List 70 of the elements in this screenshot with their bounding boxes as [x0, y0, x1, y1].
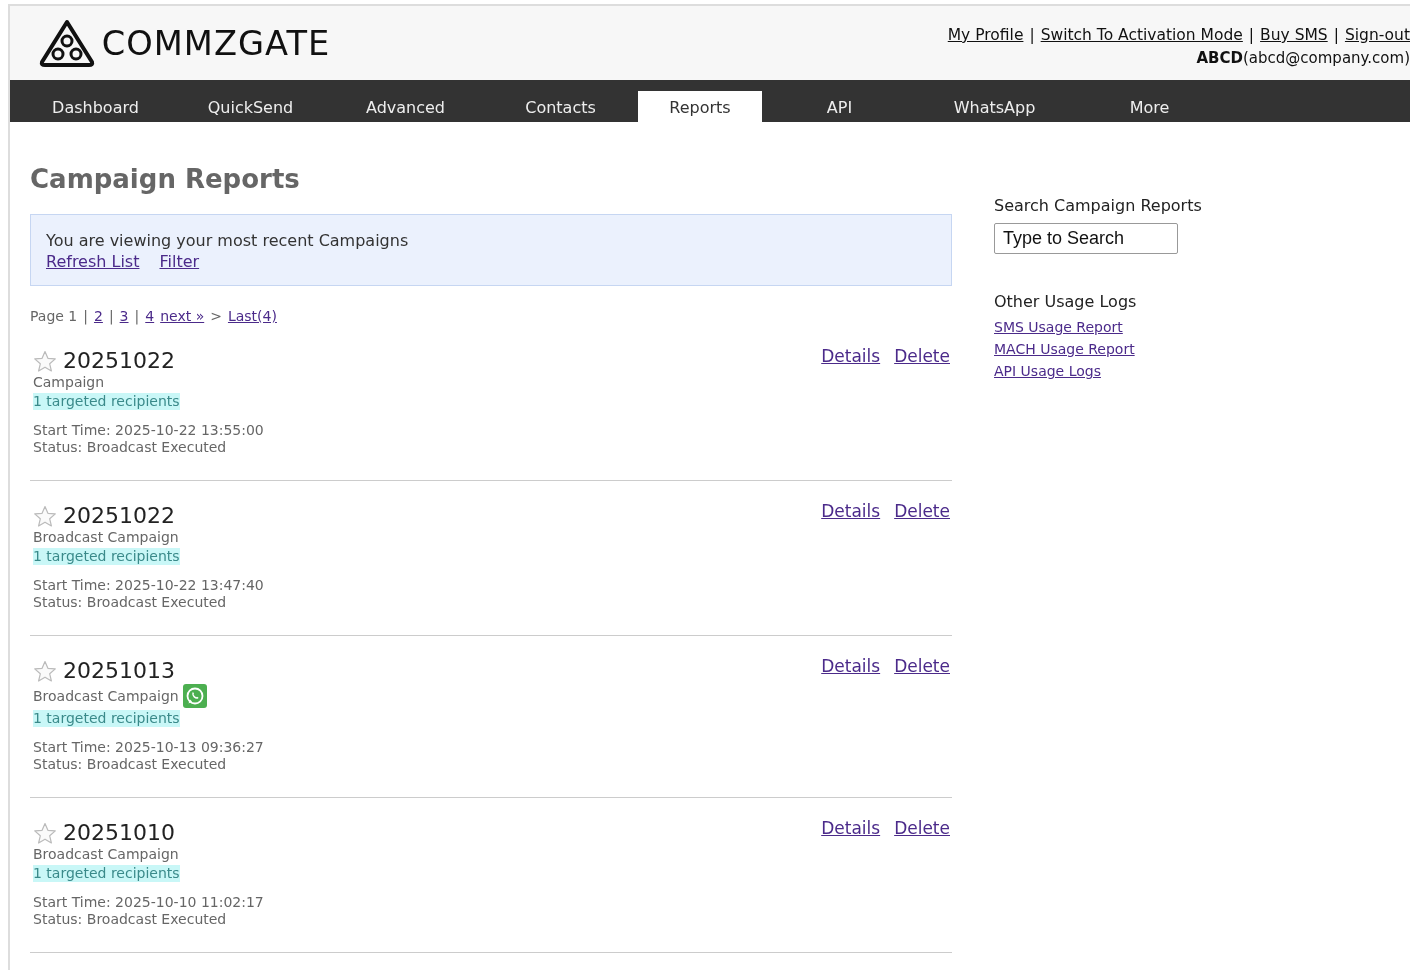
recipients-count: 1 targeted recipients	[33, 393, 180, 410]
separator: |	[1029, 26, 1035, 44]
header-link[interactable]: Switch To Activation Mode	[1040, 26, 1243, 44]
action-link[interactable]: Delete	[894, 656, 950, 676]
action-link[interactable]: Delete	[894, 346, 950, 366]
nav-tab[interactable]: Contacts	[483, 91, 638, 122]
campaign-type: Broadcast Campaign	[33, 687, 179, 705]
start-time: Start Time: 2025-10-22 13:55:00	[33, 422, 264, 439]
section-heading: Other Usage Logs	[994, 292, 1137, 311]
notice-link[interactable]: Refresh List	[46, 252, 140, 271]
nav-tab[interactable]: Dashboard	[18, 91, 173, 122]
campaign-status: Status: Broadcast Executed	[33, 439, 228, 456]
header-link[interactable]: Buy SMS	[1260, 26, 1328, 44]
page-link[interactable]: 4	[145, 308, 155, 324]
start-time: Start Time: 2025-10-13 09:36:27	[33, 739, 264, 756]
nav-tab[interactable]: API	[762, 91, 917, 122]
nav-tab[interactable]: Advanced	[328, 91, 483, 122]
action-link[interactable]: Details	[821, 501, 881, 521]
page-title: Campaign Reports	[30, 164, 300, 194]
action-link[interactable]: Delete	[894, 818, 950, 838]
star-icon[interactable]	[33, 659, 57, 683]
usage-log-link[interactable]: SMS Usage Report	[994, 319, 1123, 335]
user-info: ABCD(abcd@company.com)	[1196, 49, 1410, 67]
recipients-count: 1 targeted recipients	[33, 710, 180, 727]
campaign-title: 20251022	[63, 348, 175, 374]
separator: |	[1333, 26, 1339, 44]
campaign-title: 20251010	[63, 820, 175, 846]
logo-text: COMMZGATE	[101, 23, 331, 63]
star-icon[interactable]	[33, 504, 57, 528]
nav-tab[interactable]: WhatsApp	[917, 91, 1072, 122]
nav-tab[interactable]: QuickSend	[173, 91, 328, 122]
pagination-text: Page 1	[30, 308, 78, 324]
pagination-text: |	[83, 308, 88, 324]
logo-icon	[38, 18, 96, 68]
star-icon[interactable]	[33, 821, 57, 845]
campaign-type: Broadcast Campaign	[33, 529, 179, 546]
page-link[interactable]: next »	[160, 308, 205, 324]
campaign-type: Campaign	[33, 374, 105, 391]
campaign-type: Broadcast Campaign	[33, 846, 179, 863]
pagination-text: |	[134, 308, 140, 324]
action-link[interactable]: Details	[821, 346, 881, 366]
page-link[interactable]: 2	[93, 308, 103, 324]
campaign-title: 20251022	[63, 503, 175, 529]
separator: |	[1248, 26, 1255, 44]
recipients-count: 1 targeted recipients	[33, 548, 180, 565]
page-link[interactable]: Last(4)	[227, 308, 277, 324]
page-link[interactable]: 3	[119, 308, 129, 324]
header-link[interactable]: My Profile	[947, 26, 1024, 44]
pagination-text: |	[108, 308, 114, 324]
campaign-status: Status: Broadcast Executed	[33, 756, 228, 773]
nav-tab[interactable]: Reports	[638, 91, 762, 122]
start-time: Start Time: 2025-10-22 13:47:40	[33, 577, 264, 594]
pagination-text: >	[210, 308, 222, 324]
star-icon[interactable]	[33, 349, 57, 373]
action-link[interactable]: Delete	[894, 501, 950, 521]
usage-log-link[interactable]: MACH Usage Report	[994, 341, 1135, 357]
search-field[interactable]: Type to Search	[994, 223, 1178, 254]
section-heading: Search Campaign Reports	[994, 196, 1202, 215]
action-link[interactable]: Details	[821, 656, 881, 676]
campaign-title: 20251013	[63, 658, 175, 684]
recipients-count: 1 targeted recipients	[33, 865, 180, 882]
usage-log-link[interactable]: API Usage Logs	[994, 363, 1101, 379]
campaign-status: Status: Broadcast Executed	[33, 594, 228, 611]
header-link[interactable]: Sign-out	[1344, 26, 1410, 44]
action-link[interactable]: Details	[821, 818, 881, 838]
notice-text: You are viewing your most recent Campaigns	[46, 231, 409, 250]
campaign-status: Status: Broadcast Executed	[33, 911, 228, 928]
notice-link[interactable]: Filter	[159, 252, 200, 271]
nav-tab[interactable]: More	[1072, 91, 1227, 122]
start-time: Start Time: 2025-10-10 11:02:17	[33, 894, 264, 911]
